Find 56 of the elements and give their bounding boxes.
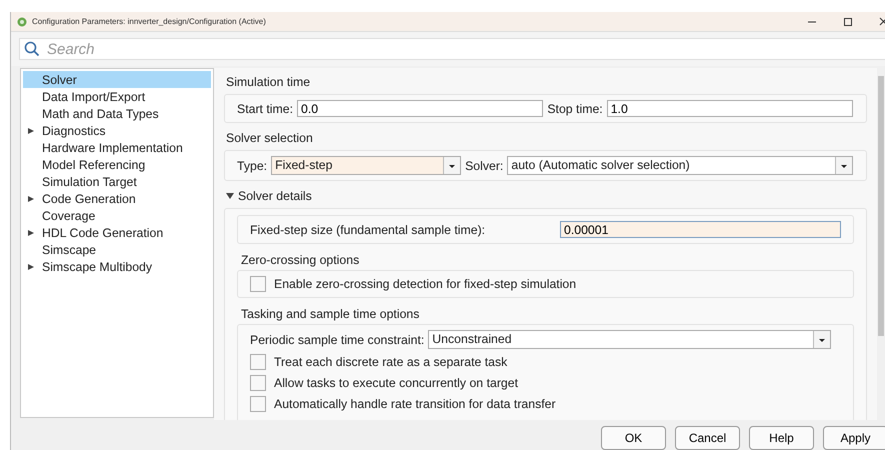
dropdown[interactable]: auto (Automatic solver selection) [507,156,853,175]
tree-item[interactable]: Simscape [23,241,211,258]
dialog-button[interactable]: Apply [823,426,885,450]
checkbox-label: Enable zero-crossing detection for fixed-step simulation [274,277,576,291]
checkbox[interactable] [250,375,266,391]
dropdown[interactable]: Unconstrained [428,330,831,349]
tree-item[interactable]: Diagnostics [23,122,211,139]
caret-icon [813,331,830,348]
dialog-button[interactable]: Cancel [675,426,740,450]
field-label: Solver: [465,158,504,172]
section-title: Solver details [238,189,312,203]
checkbox[interactable] [250,276,266,292]
section-heading: Zero-crossing options [241,253,360,267]
tree-item[interactable]: Model Referencing [23,156,211,173]
close-icon[interactable] [879,16,885,26]
expand-arrow-icon[interactable] [27,194,35,202]
field-label: Periodic sample time constraint: [250,332,424,346]
search-icon [24,41,40,57]
section-heading: Simulation time [226,75,312,89]
checkbox-label: Automatically handle rate transition for data transfer [274,397,556,411]
expand-arrow-icon[interactable] [27,228,35,236]
section-heading[interactable]: Solver details [226,189,867,203]
input-field[interactable]: 0.0 [297,100,544,117]
dialog-button[interactable]: Help [749,426,814,450]
dropdown[interactable]: Fixed-step [271,156,462,175]
field-label: Stop time: [547,102,603,116]
search-field[interactable]: Search [19,38,885,60]
maximize-icon[interactable] [843,16,853,26]
field-label: Fixed-step size (fundamental sample time): [250,222,486,236]
tree-item[interactable]: Coverage [23,207,211,224]
expand-arrow-icon[interactable] [27,126,35,134]
expand-arrow-icon[interactable] [27,262,35,270]
tree-item[interactable]: Math and Data Types [23,105,211,122]
dialog-button[interactable]: OK [601,426,666,450]
tree-item[interactable]: Simscape Multibody [23,258,211,275]
tree-item[interactable]: Data Import/Export [23,88,211,105]
tree-item[interactable]: Simulation Target [23,173,211,190]
app-icon [17,16,27,26]
input-field[interactable]: 1.0 [606,100,854,117]
checkbox[interactable] [250,354,266,370]
caret-icon [835,157,852,174]
tree-item[interactable]: Code Generation [23,190,211,207]
section-heading: Tasking and sample time options [241,307,420,321]
window-title: Configuration Parameters: innverter_design/Configuration (Active) [32,17,267,26]
caret-icon [443,157,460,174]
input-field[interactable]: 0.00001 [560,221,841,238]
tree-item[interactable]: Solver [23,71,211,88]
checkbox[interactable] [250,396,266,412]
field-label: Start time: [237,102,294,116]
checkbox-label: Treat each discrete rate as a separate task [274,355,508,369]
field-label: Type: [237,158,268,172]
tree-item[interactable]: HDL Code Generation [23,224,211,241]
section-heading: Solver selection [226,131,314,145]
checkbox-label: Allow tasks to execute concurrently on target [274,376,518,390]
collapse-arrow-icon[interactable] [226,192,234,200]
tree-item[interactable]: Hardware Implementation [23,139,211,156]
